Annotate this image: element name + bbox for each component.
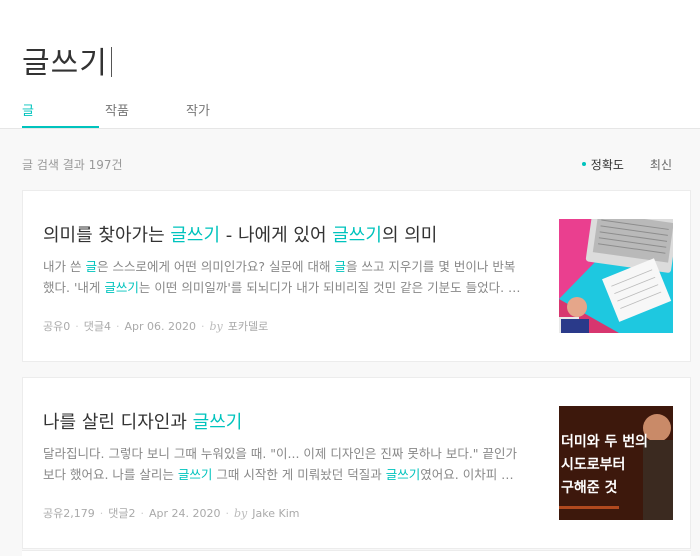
article-card[interactable]: 의미를 찾아가는 글쓰기 - 나에게 있어 글쓰기의 의미 내가 쓴 글은 스스… bbox=[22, 190, 691, 362]
search-tabs: 글 작품 작가 bbox=[0, 95, 700, 129]
active-dot-icon bbox=[581, 162, 586, 166]
active-tab-indicator bbox=[22, 126, 99, 128]
publish-date: Apr 06. 2020 bbox=[124, 320, 197, 333]
result-bar: 글 검색 결과 197건 정확도 최신 bbox=[22, 156, 672, 174]
article-meta: 공유0 · 댓글4 · Apr 06. 2020 · by 포카델로 bbox=[43, 320, 269, 333]
author-name[interactable]: 포카델로 bbox=[228, 320, 268, 333]
sort-options: 정확도 최신 bbox=[581, 156, 672, 173]
talk-banner-image: 더미와 두 번의 시도로부터 구해준 것 bbox=[559, 406, 673, 520]
sort-accuracy-label: 정확도 bbox=[590, 158, 624, 172]
article-excerpt: 달라집니다. 그렇다 보니 그때 누워있을 때. "이... 이제 디자인은 진… bbox=[43, 446, 518, 482]
article-card[interactable]: 나를 살린 디자인과 글쓰기 달라집니다. 그렇다 보니 그때 누워있을 때. … bbox=[22, 377, 691, 549]
sort-accuracy-button[interactable]: 정확도 bbox=[581, 156, 624, 173]
tab-posts[interactable]: 글 bbox=[22, 100, 34, 119]
article-title[interactable]: 나를 살린 디자인과 글쓰기 bbox=[43, 408, 242, 434]
article-thumbnail[interactable] bbox=[559, 219, 673, 333]
publish-date: Apr 24. 2020 bbox=[148, 507, 221, 520]
laptop-notebook-image bbox=[559, 219, 673, 333]
banner-text-line2: 시도로부터 bbox=[561, 457, 625, 473]
search-header: 글쓰기 글 작품 작가 bbox=[0, 0, 700, 129]
share-count: 공유2,179 bbox=[43, 507, 95, 520]
comment-count: 댓글2 bbox=[108, 507, 136, 520]
article-thumbnail[interactable]: 더미와 두 번의 시도로부터 구해준 것 bbox=[559, 406, 673, 520]
tab-authors[interactable]: 작가 bbox=[186, 100, 210, 119]
result-count: 글 검색 결과 197건 bbox=[22, 158, 123, 172]
banner-text-line3: 구해준 것 bbox=[561, 479, 618, 496]
share-count: 공유0 bbox=[43, 320, 71, 333]
next-article-card-edge bbox=[22, 550, 691, 556]
author-name[interactable]: Jake Kim bbox=[252, 507, 299, 520]
comment-count: 댓글4 bbox=[83, 320, 111, 333]
tab-works[interactable]: 작품 bbox=[105, 100, 129, 119]
text-caret bbox=[110, 47, 112, 77]
search-query-input[interactable]: 글쓰기 bbox=[22, 38, 112, 82]
sort-latest-button[interactable]: 최신 bbox=[650, 156, 672, 173]
banner-text-line1: 더미와 두 번의 bbox=[561, 433, 648, 450]
article-title[interactable]: 의미를 찾아가는 글쓰기 - 나에게 있어 글쓰기의 의미 bbox=[43, 221, 437, 247]
article-meta: 공유2,179 · 댓글2 · Apr 24. 2020 · by Jake Kim bbox=[43, 507, 300, 520]
article-excerpt: 내가 쓴 글은 스스로에게 어떤 의미인가요? 실문에 대해 글을 쓰고 지우기… bbox=[43, 259, 521, 295]
